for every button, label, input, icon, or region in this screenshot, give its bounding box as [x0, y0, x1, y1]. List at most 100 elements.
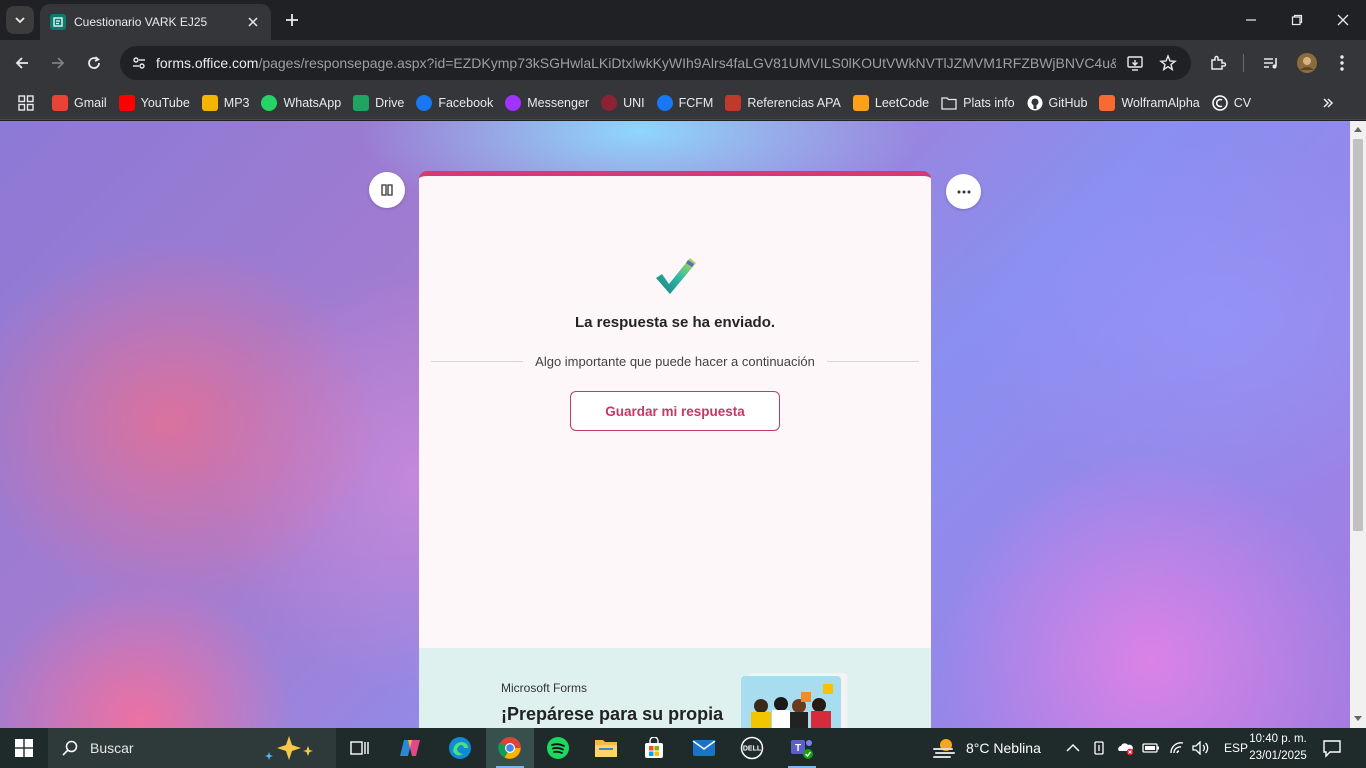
apps-button[interactable] — [0, 89, 46, 117]
facebook-icon — [416, 94, 433, 111]
bookmark-fcfm[interactable]: FCFM — [651, 89, 720, 117]
more-bookmarks-button[interactable] — [1316, 89, 1340, 117]
cv-icon — [1211, 94, 1228, 111]
battery-icon[interactable] — [1142, 741, 1160, 755]
clock-date: 23/01/2025 — [1249, 750, 1307, 762]
onedrive-sync-icon[interactable] — [1116, 740, 1134, 756]
new-tab-button[interactable] — [280, 8, 304, 32]
bookmark-gmail[interactable]: Gmail — [46, 89, 113, 117]
tab-close-button[interactable] — [245, 14, 261, 30]
media-control-button[interactable] — [1255, 47, 1287, 79]
bookmark-referencias-apa[interactable]: Referencias APA — [719, 89, 847, 117]
site-info-icon[interactable] — [122, 46, 156, 80]
arrow-left-icon — [15, 57, 28, 69]
tab-strip: Cuestionario VARK EJ25 — [0, 0, 1366, 40]
page-scrollbar[interactable] — [1350, 121, 1366, 728]
weather-widget[interactable]: 8°C Neblina — [932, 728, 1041, 768]
bookmark-wolframalpha[interactable]: WolframAlpha — [1093, 89, 1205, 117]
teams-app[interactable]: T — [778, 728, 826, 768]
tab-search-button[interactable] — [6, 6, 34, 34]
wifi-icon[interactable] — [1168, 741, 1186, 755]
chrome-app[interactable] — [486, 728, 534, 768]
bookmarks-bar: Gmail YouTube MP3 WhatsApp Drive Facebook Mess… — [0, 86, 1366, 120]
github-icon — [1027, 95, 1043, 111]
restore-button[interactable] — [1274, 0, 1320, 40]
close-icon — [1337, 14, 1349, 26]
store-icon — [645, 737, 663, 758]
reload-button[interactable] — [78, 47, 110, 79]
scroll-down-icon[interactable] — [1354, 715, 1362, 723]
notifications-button[interactable] — [1322, 728, 1342, 768]
forward-button[interactable] — [42, 47, 74, 79]
apa-icon — [725, 94, 742, 111]
bookmark-whatsapp[interactable]: WhatsApp — [255, 89, 347, 117]
immersive-reader-button[interactable] — [369, 172, 405, 208]
save-response-button[interactable]: Guardar mi respuesta — [570, 391, 780, 431]
folder-icon — [941, 95, 957, 111]
bookmark-drive[interactable]: Drive — [347, 89, 410, 117]
chevron-down-icon — [15, 17, 25, 24]
bookmark-facebook[interactable]: Facebook — [410, 89, 499, 117]
weather-text: 8°C Neblina — [966, 740, 1041, 756]
task-view-button[interactable] — [336, 728, 384, 768]
volume-icon[interactable] — [1192, 741, 1210, 755]
chevron-up-icon[interactable] — [1066, 743, 1080, 753]
immersive-reader-icon — [381, 184, 393, 196]
bookmark-label: Facebook — [438, 95, 494, 110]
dell-app[interactable]: DELL — [728, 728, 776, 768]
profile-avatar[interactable] — [1291, 47, 1323, 79]
install-app-icon[interactable] — [1125, 53, 1145, 73]
close-window-button[interactable] — [1320, 0, 1366, 40]
bookmark-star-icon[interactable] — [1158, 53, 1178, 73]
bookmark-leetcode[interactable]: LeetCode — [847, 89, 935, 117]
restore-icon — [1291, 14, 1303, 26]
page-background: La respuesta se ha enviado. Algo importa… — [0, 121, 1350, 728]
spotify-icon — [547, 737, 569, 759]
more-options-button[interactable] — [946, 174, 981, 209]
start-button[interactable] — [0, 728, 48, 768]
tab-active[interactable]: Cuestionario VARK EJ25 — [40, 4, 271, 40]
copilot-app[interactable] — [386, 728, 434, 768]
scroll-thumb[interactable] — [1353, 139, 1363, 531]
url-text[interactable]: forms.office.com/pages/responsepage.aspx… — [156, 55, 1116, 71]
drive-icon — [353, 94, 370, 111]
file-explorer-app[interactable] — [582, 728, 630, 768]
mail-app[interactable] — [680, 728, 728, 768]
gmail-icon — [52, 94, 68, 111]
youtube-icon — [118, 94, 135, 111]
language-indicator[interactable]: ESP — [1224, 741, 1248, 755]
minimize-button[interactable] — [1228, 0, 1274, 40]
kebab-menu-icon — [1340, 55, 1344, 71]
bookmark-cv[interactable]: CV — [1206, 89, 1257, 117]
svg-text:T: T — [795, 743, 801, 754]
back-button[interactable] — [6, 47, 38, 79]
address-bar[interactable]: forms.office.com/pages/responsepage.aspx… — [120, 46, 1191, 80]
bookmark-youtube[interactable]: YouTube — [113, 89, 196, 117]
chrome-menu-button[interactable] — [1326, 47, 1358, 79]
bookmark-mp3[interactable]: MP3 — [196, 89, 256, 117]
double-chevron-right-icon — [1323, 97, 1334, 108]
tab-title: Cuestionario VARK EJ25 — [74, 15, 208, 29]
extensions-button[interactable] — [1202, 47, 1234, 79]
edge-app[interactable] — [436, 728, 484, 768]
clock[interactable]: 10:40 p. m. 23/01/2025 — [1246, 731, 1310, 765]
battery-saver-icon[interactable] — [1092, 740, 1106, 756]
messenger-icon — [505, 94, 522, 111]
promo-illustration — [741, 673, 847, 728]
taskbar-search[interactable]: Buscar — [48, 728, 336, 768]
teams-icon: T — [791, 740, 813, 759]
scroll-up-icon[interactable] — [1354, 125, 1362, 133]
promo-banner: Microsoft Forms ¡Prepárese para su propi… — [419, 648, 931, 728]
dell-icon: DELL — [740, 736, 764, 760]
edge-icon — [449, 737, 471, 759]
bookmark-github[interactable]: GitHub — [1021, 89, 1094, 117]
bookmark-plats-info[interactable]: Plats info — [935, 89, 1020, 117]
store-app[interactable] — [630, 728, 678, 768]
media-queue-icon — [1264, 58, 1277, 69]
promo-title: ¡Prepárese para su propia — [501, 704, 724, 724]
spotify-app[interactable] — [534, 728, 582, 768]
mp3-icon — [201, 94, 218, 111]
bookmark-messenger[interactable]: Messenger — [499, 89, 595, 117]
bookmark-uni[interactable]: UNI — [595, 89, 651, 117]
copilot-icon — [400, 740, 420, 756]
